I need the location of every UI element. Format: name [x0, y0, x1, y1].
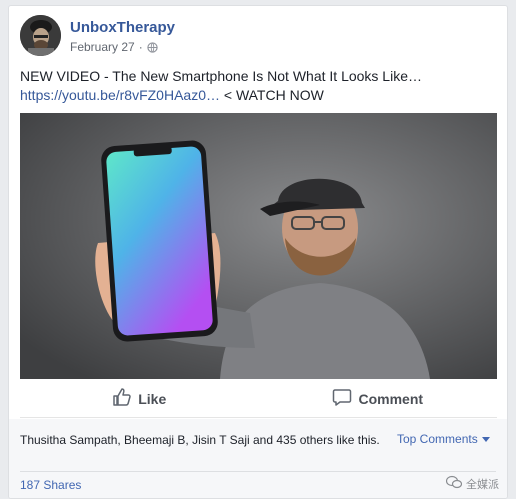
- comment-button[interactable]: Comment: [259, 380, 498, 417]
- watermark: 全媒派: [445, 475, 499, 492]
- post-text-line: NEW VIDEO - The New Smartphone Is Not Wh…: [20, 68, 422, 84]
- shares-count[interactable]: 187 Shares: [20, 478, 81, 492]
- footer-divider: [20, 471, 496, 472]
- comment-bubble-icon: [332, 387, 352, 410]
- like-label: Like: [138, 390, 167, 407]
- post-text: NEW VIDEO - The New Smartphone Is Not Wh…: [20, 67, 495, 105]
- author-avatar[interactable]: [20, 15, 61, 56]
- video-thumbnail[interactable]: [20, 113, 497, 379]
- thumbs-up-icon: [112, 387, 132, 410]
- reactions-summary[interactable]: Thusitha Sampath, Bheemaji B, Jisin T Sa…: [20, 432, 390, 448]
- meta-separator: ·: [138, 40, 143, 54]
- top-comments-dropdown[interactable]: Top Comments: [397, 432, 490, 446]
- post-card: UnboxTherapy February 27 · NEW VIDEO - T…: [8, 5, 508, 499]
- video-link[interactable]: https://youtu.be/r8vFZ0HAaz0…: [20, 87, 220, 103]
- post-header: UnboxTherapy February 27 ·: [20, 15, 495, 59]
- top-comments-label: Top Comments: [397, 432, 478, 446]
- caret-down-icon: [481, 436, 490, 442]
- author-name[interactable]: UnboxTherapy: [70, 19, 175, 36]
- post-date[interactable]: February 27: [70, 40, 135, 54]
- post-footer: Thusitha Sampath, Bheemaji B, Jisin T Sa…: [9, 419, 507, 498]
- post-meta: February 27 ·: [70, 40, 158, 54]
- watermark-text: 全媒派: [466, 478, 499, 491]
- comment-label: Comment: [358, 390, 424, 407]
- watermark-logo-icon: [445, 475, 463, 492]
- globe-icon[interactable]: [147, 41, 158, 53]
- post-actions: Like Comment: [20, 380, 497, 418]
- link-suffix: < WATCH NOW: [219, 87, 324, 103]
- like-button[interactable]: Like: [20, 380, 259, 417]
- post-link-line: https://youtu.be/r8vFZ0HAaz0… < WATCH NO…: [20, 86, 495, 105]
